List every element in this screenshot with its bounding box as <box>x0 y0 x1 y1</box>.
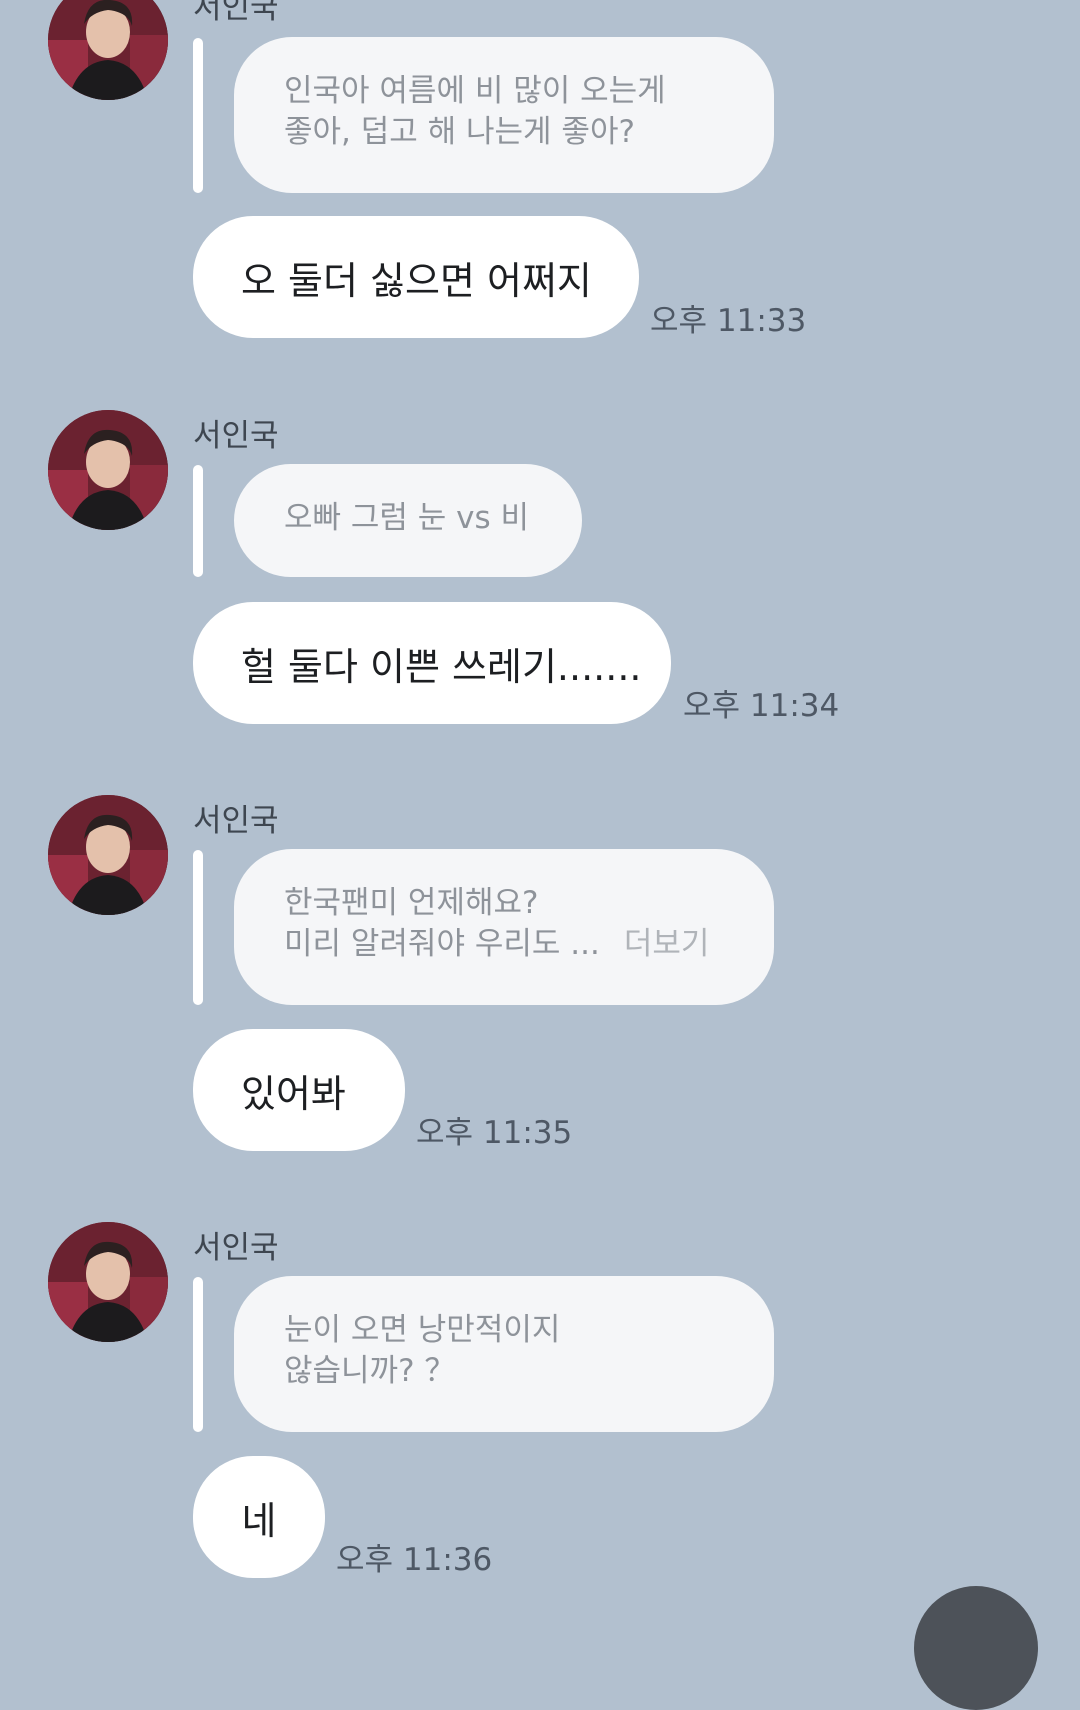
reply-bubble[interactable]: 네 <box>193 1456 325 1578</box>
message-time: 오후 11:36 <box>336 1542 493 1578</box>
avatar[interactable] <box>48 795 168 915</box>
scroll-down-button[interactable] <box>914 1586 1038 1710</box>
message-time: 오후 11:35 <box>416 1115 573 1151</box>
quote-bar <box>193 38 203 193</box>
reply-bubble[interactable]: 헐 둘다 이쁜 쓰레기....... <box>193 602 671 724</box>
quoted-message[interactable]: 눈이 오면 낭만적이지 않습니까? ？ <box>234 1276 774 1432</box>
quoted-message[interactable]: 오빠 그럼 눈 vs 비 <box>234 464 582 577</box>
quoted-text: 미리 알려줘야 우리도 ... <box>284 926 600 962</box>
message-time: 오후 11:33 <box>650 303 807 339</box>
profile-photo <box>48 410 168 530</box>
quoted-text: 않습니까? ？ <box>284 1353 456 1389</box>
sender-name: 서인국 <box>193 0 279 26</box>
quote-bar <box>193 465 203 577</box>
sender-name: 서인국 <box>193 1230 279 1266</box>
quoted-text: 눈이 오면 낭만적이지 <box>284 1312 561 1348</box>
avatar[interactable] <box>48 410 168 530</box>
quoted-text: 인국아 여름에 비 많이 오는게 <box>284 73 666 109</box>
message-time: 오후 11:34 <box>683 688 840 724</box>
profile-photo <box>48 1222 168 1342</box>
reply-bubble[interactable]: 오 둘더 싫으면 어쩌지 <box>193 216 639 338</box>
quoted-text: 좋아, 덥고 해 나는게 좋아? <box>284 114 635 150</box>
quote-bar <box>193 1277 203 1432</box>
profile-photo <box>48 0 168 100</box>
sender-name: 서인국 <box>193 803 279 839</box>
quoted-text: 한국팬미 언제해요? <box>284 885 539 921</box>
quoted-text: 오빠 그럼 눈 vs 비 <box>284 500 530 536</box>
avatar[interactable] <box>48 1222 168 1342</box>
reply-bubble[interactable]: 있어봐 <box>193 1029 405 1151</box>
avatar[interactable] <box>48 0 168 100</box>
sender-name: 서인국 <box>193 418 279 454</box>
see-more-link[interactable]: 더보기 <box>624 926 710 962</box>
quoted-message[interactable]: 인국아 여름에 비 많이 오는게 좋아, 덥고 해 나는게 좋아? <box>234 37 774 193</box>
profile-photo <box>48 795 168 915</box>
quoted-message[interactable]: 한국팬미 언제해요? 미리 알려줘야 우리도 ... 더보기 <box>234 849 774 1005</box>
quote-bar <box>193 850 203 1005</box>
